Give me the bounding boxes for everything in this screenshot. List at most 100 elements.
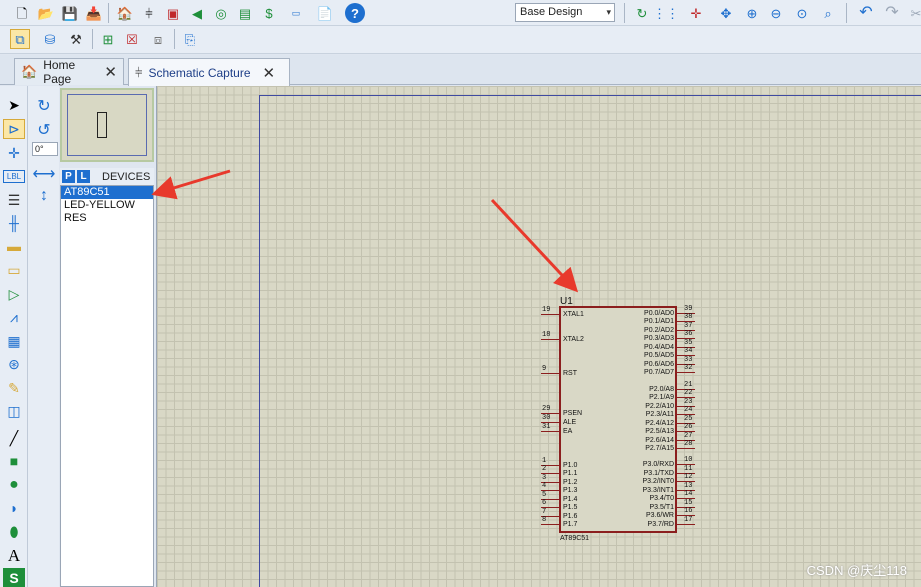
list-item[interactable]: LED-YELLOW xyxy=(61,199,153,212)
generator-icon[interactable]: ⊛ xyxy=(3,354,25,374)
cut-icon[interactable]: ✂ xyxy=(906,3,921,23)
close-icon[interactable]: ✕ xyxy=(263,64,276,82)
rotation-angle-field[interactable]: 0° xyxy=(32,142,58,156)
component-mode-icon[interactable]: ⊳ xyxy=(3,119,25,139)
pin-label: P0.0/AD0 xyxy=(644,310,674,317)
library-manager-button[interactable]: L xyxy=(77,170,90,183)
pin-number: 10 xyxy=(684,456,693,464)
new-file-icon[interactable]: 🗋 xyxy=(12,3,32,23)
pin-label: P3.6/WR xyxy=(645,512,674,519)
notes-icon[interactable]: 📄 xyxy=(315,3,335,23)
arc-tool-icon[interactable]: ◗ xyxy=(3,498,25,518)
3d-view-icon[interactable]: ◀ xyxy=(187,3,207,23)
pin-label: P0.7/AD7 xyxy=(644,369,674,376)
pin-label: P2.3/A11 xyxy=(645,411,674,418)
zoom-out-icon[interactable]: ⊖ xyxy=(766,3,786,23)
search-part-icon[interactable]: ⛁ xyxy=(40,29,60,49)
rotate-clockwise-icon[interactable]: ↻ xyxy=(33,96,55,116)
device-pin-icon[interactable]: ▷ xyxy=(3,284,25,304)
device-list: AT89C51 LED-YELLOW RES xyxy=(60,185,154,587)
list-item[interactable]: AT89C51 xyxy=(61,186,153,199)
tab-label: Home Page xyxy=(43,58,76,86)
redo-icon[interactable]: ↷ xyxy=(882,3,902,23)
bus-icon[interactable]: ╫ xyxy=(3,213,25,233)
zoom-area-icon[interactable]: ⌕ xyxy=(818,3,838,23)
pin-line xyxy=(677,448,695,449)
pin-number: 18 xyxy=(542,331,551,339)
remove-sheet-icon[interactable]: ☒ xyxy=(122,29,142,49)
pin-label: P2.4/A12 xyxy=(645,420,674,427)
circle-tool-icon[interactable]: ● xyxy=(3,475,25,495)
tab-schematic-capture[interactable]: ⫩ Schematic Capture ✕ xyxy=(128,58,290,86)
terminal-icon[interactable]: ▭ xyxy=(3,260,25,280)
pin-number: 37 xyxy=(684,322,693,330)
schematic-canvas[interactable] xyxy=(156,86,921,587)
overview-window[interactable] xyxy=(60,88,154,162)
voltage-probe-icon[interactable]: ✎ xyxy=(3,378,25,398)
help-icon[interactable]: ? xyxy=(345,3,365,23)
pin-line xyxy=(541,373,559,374)
text-script-icon[interactable]: ☰ xyxy=(3,190,25,210)
pick-devices-button[interactable]: P xyxy=(62,170,75,183)
chevron-down-icon: ▾ xyxy=(606,7,611,17)
pin-number: 7 xyxy=(542,508,547,516)
pcb-layout-icon[interactable]: ▣ xyxy=(163,3,183,23)
pin-number: 14 xyxy=(684,490,693,498)
subcircuit-icon[interactable]: ▬ xyxy=(3,236,25,256)
netlist-icon[interactable]: ⎘ xyxy=(180,29,200,49)
home-icon[interactable]: 🏠 xyxy=(115,3,135,23)
zoom-all-icon[interactable]: ⊙ xyxy=(792,3,812,23)
design-explorer-icon[interactable]: ▤ xyxy=(235,3,255,23)
devices-header: P L DEVICES xyxy=(60,168,154,185)
home-icon: 🏠 xyxy=(21,64,38,79)
pin-number: 32 xyxy=(684,364,693,372)
pin-number: 16 xyxy=(684,507,693,515)
pin-number: 13 xyxy=(684,482,693,490)
schematic-icon[interactable]: ⫩ xyxy=(139,3,159,23)
line-tool-icon[interactable]: ╱ xyxy=(3,428,25,448)
origin-icon[interactable]: ✛ xyxy=(686,3,706,23)
pin-number: 26 xyxy=(684,423,693,431)
undo-icon[interactable]: ↶ xyxy=(856,3,876,23)
open-folder-icon[interactable]: 📂 xyxy=(36,3,56,23)
pin-number: 23 xyxy=(684,398,693,406)
junction-icon[interactable]: ✛ xyxy=(3,143,25,163)
pin-label: XTAL1 xyxy=(563,311,584,318)
mirror-y-icon[interactable]: ↕ xyxy=(33,186,55,206)
virtual-instrument-icon[interactable]: ◫ xyxy=(3,401,25,421)
pin-label: P2.2/A10 xyxy=(645,403,674,410)
pin-number: 27 xyxy=(684,432,693,440)
zoom-in-icon[interactable]: ⊕ xyxy=(742,3,762,23)
text-tool-icon[interactable]: A xyxy=(3,545,25,565)
gerber-icon[interactable]: ◎ xyxy=(211,3,231,23)
list-item[interactable]: RES xyxy=(61,212,153,225)
path-tool-icon[interactable]: ⬮ xyxy=(3,522,25,542)
bill-of-materials-icon[interactable]: $ xyxy=(259,3,279,23)
box-tool-icon[interactable]: ■ xyxy=(3,451,25,471)
import-icon[interactable]: 📥 xyxy=(84,3,104,23)
refresh-icon[interactable]: ↻ xyxy=(632,3,652,23)
pan-icon[interactable]: ✥ xyxy=(716,3,736,23)
child-sheet-icon[interactable]: ⧈ xyxy=(148,29,168,49)
close-icon[interactable]: ✕ xyxy=(104,63,117,81)
graph-icon[interactable]: ⩘ xyxy=(3,307,25,327)
selection-mode-icon[interactable]: ➤ xyxy=(3,95,25,115)
grid-toggle-icon[interactable]: ⋮⋮ xyxy=(653,3,679,23)
wire-label-icon[interactable]: LBL xyxy=(3,170,25,183)
source-code-icon[interactable]: ▭ xyxy=(286,3,306,23)
pin-number: 3 xyxy=(542,474,547,482)
tape-recorder-icon[interactable]: ▦ xyxy=(3,331,25,351)
new-sheet-icon[interactable]: ⊞ xyxy=(98,29,118,49)
design-style-select[interactable]: Base Design ▾ xyxy=(515,3,615,22)
property-tool-icon[interactable]: ⚒ xyxy=(66,29,86,49)
tab-home-page[interactable]: 🏠 Home Page ✕ xyxy=(14,58,124,86)
pin-number: 30 xyxy=(542,414,551,422)
wire-autorouter-icon[interactable]: ⧉ xyxy=(10,29,30,49)
save-icon[interactable]: 💾 xyxy=(60,3,80,23)
rotate-anticlockwise-icon[interactable]: ↺ xyxy=(33,120,55,140)
devices-title: DEVICES xyxy=(102,170,151,183)
orientation-toolbar: ↻ ↺ ⟷ ↕ xyxy=(28,86,59,587)
mirror-x-icon[interactable]: ⟷ xyxy=(33,164,56,184)
pin-number: 35 xyxy=(684,339,693,347)
symbol-tool-icon[interactable]: S xyxy=(3,568,25,587)
